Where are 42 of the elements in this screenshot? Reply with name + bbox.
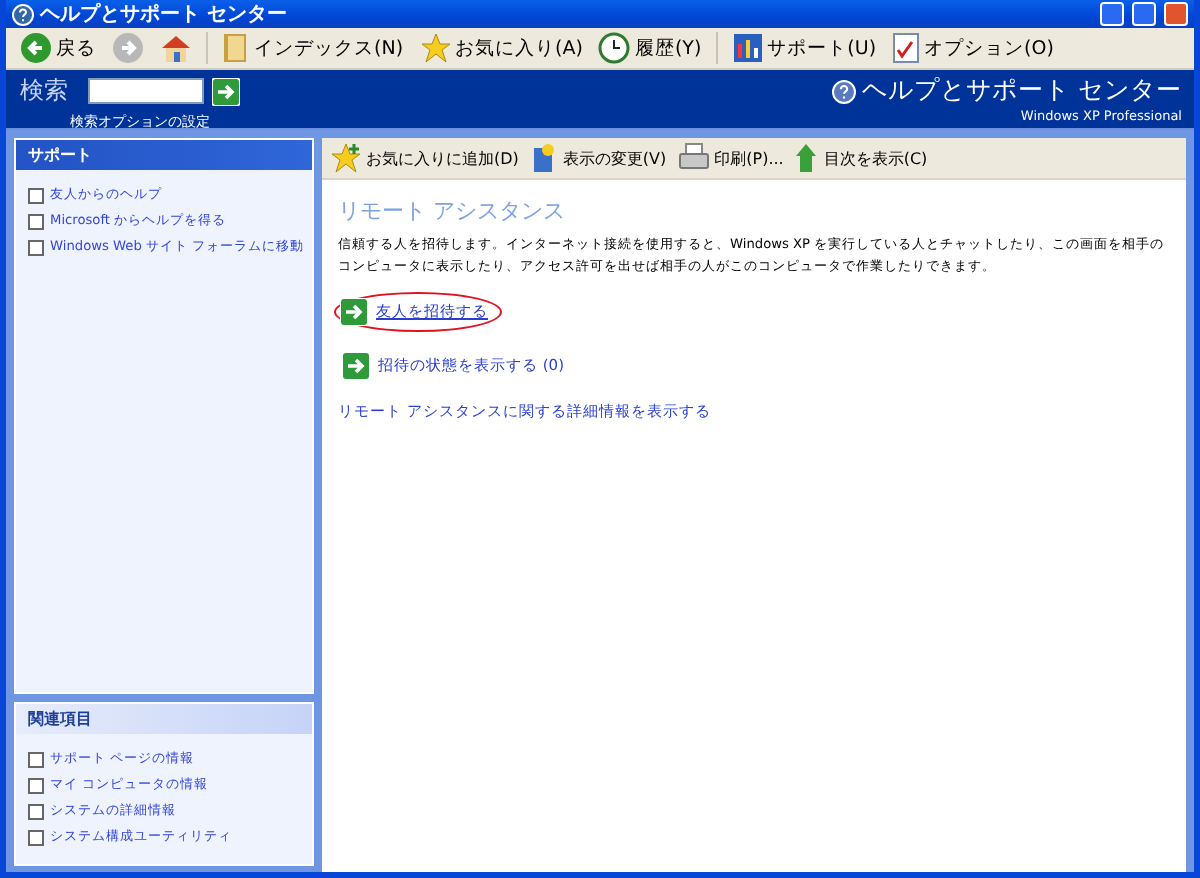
panel-title: サポート — [16, 140, 312, 170]
help-icon — [832, 79, 857, 103]
toolbar-button[interactable]: お気に入りに追加(D) — [330, 142, 519, 174]
toolbar-button[interactable]: オプション(O) — [886, 30, 1060, 66]
toolbar-button[interactable]: 履歴(Y) — [592, 30, 708, 66]
up-arrow-icon — [795, 142, 820, 174]
panel-title: 関連項目 — [16, 704, 312, 734]
back-button[interactable]: 戻る — [14, 30, 102, 66]
search-field[interactable] — [88, 78, 204, 104]
toolbar-button[interactable]: お気に入り(A) — [413, 30, 589, 66]
arrow-icon — [342, 352, 370, 381]
checklist-icon — [892, 32, 921, 64]
arrow-icon — [340, 298, 368, 327]
bullet-icon — [28, 213, 44, 229]
house-icon — [160, 32, 192, 64]
clock-icon — [598, 32, 631, 64]
toolbar-button[interactable]: 表示の変更(V) — [530, 142, 667, 174]
toolbar-button[interactable]: 印刷(P)... — [678, 142, 784, 174]
star-plus-icon — [330, 142, 362, 174]
toolbar-button[interactable]: インデックス(N) — [216, 30, 410, 66]
window-title: ヘルプとサポート センター — [40, 0, 289, 28]
toolbar-button[interactable]: 目次を表示(C) — [795, 142, 928, 174]
bullet-icon — [28, 751, 44, 767]
book-icon — [222, 32, 250, 64]
search-label: 検索 — [20, 74, 68, 108]
page-heading: リモート アシスタンス — [338, 196, 567, 226]
close-button[interactable] — [1164, 2, 1188, 26]
search-go-button[interactable] — [212, 77, 240, 105]
bullet-icon — [28, 187, 44, 203]
minimize-button[interactable] — [1100, 2, 1124, 26]
brand-title: ヘルプとサポート センター — [862, 74, 1182, 108]
toolbar-button[interactable]: サポート(U) — [725, 30, 883, 66]
bullet-icon — [28, 239, 44, 255]
help-icon — [12, 3, 34, 25]
printer-icon — [678, 142, 711, 174]
page-icon — [530, 142, 559, 174]
star-icon — [419, 32, 452, 64]
maximize-button[interactable] — [1132, 2, 1156, 26]
bullet-icon — [28, 777, 44, 793]
bullet-icon — [28, 829, 44, 845]
bullet-icon — [28, 803, 44, 819]
chart-icon — [731, 32, 764, 64]
